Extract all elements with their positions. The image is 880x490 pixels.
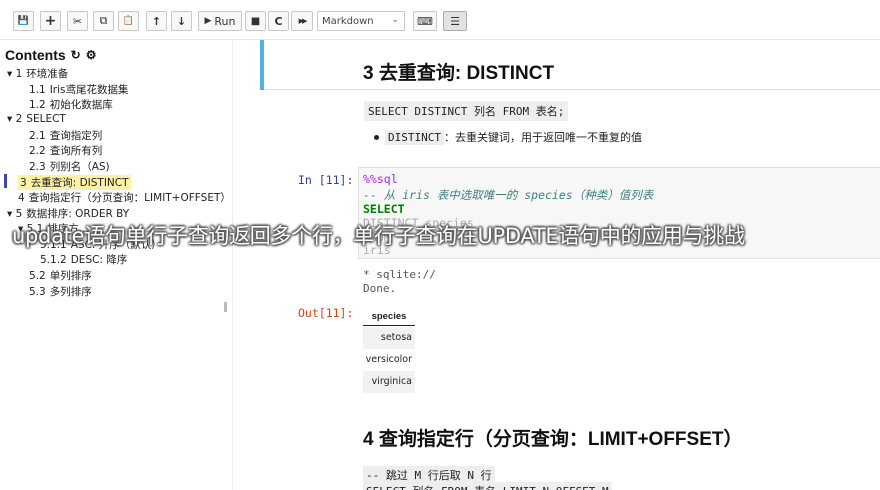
restart-icon: C (274, 14, 283, 28)
syntax-code: SELECT 列名 FROM 表名 LIMIT N OFFSET M (363, 482, 612, 490)
section-4-heading: 4 查询指定行（分页查询：LIMIT+OFFSET） (363, 429, 743, 450)
scissors-icon: ✂ (72, 14, 83, 28)
toc-sidebar: Contents ↻ ⚙ ▾ 1 环境准备 1.1 Iris鸢尾花数据集 1.2 初始… (0, 40, 232, 490)
interrupt-button[interactable]: ■ (245, 11, 266, 31)
syntax-code: SELECT DISTINCT 列名 FROM 表名; (364, 101, 569, 121)
markdown-cell-selected[interactable] (260, 40, 880, 90)
toc-active-marker (4, 174, 7, 188)
cell-selection-bar (260, 40, 264, 90)
bullet-item: DISTINCT ：去重关键词，用于返回唯一不重复的值 (374, 129, 642, 145)
refresh-icon[interactable]: ↻ (71, 48, 81, 62)
bullet-text: ：去重关键词，用于返回唯一不重复的值 (443, 131, 642, 144)
toc-header: Contents ↻ ⚙ (5, 47, 97, 63)
table-row: virginica (363, 371, 415, 393)
play-icon: ▶ (204, 16, 212, 26)
toc-item[interactable]: 1.1 Iris鸢尾花数据集 (29, 82, 129, 97)
plus-icon: + (44, 13, 57, 29)
toc-item[interactable]: 4 查询指定行（分页查询：LIMIT+OFFSET） (18, 190, 231, 205)
bullet-dot (374, 134, 379, 140)
keyboard-icon: ⌨ (417, 14, 433, 28)
table-header: species (363, 307, 415, 326)
sidebar-resize-handle[interactable] (224, 302, 227, 312)
command-palette-button[interactable]: ⌨ (413, 11, 437, 31)
table-row: setosa (363, 327, 415, 349)
toc-item[interactable]: ▾ 1 环境准备 (7, 66, 68, 81)
paste-icon: 📋 (122, 16, 135, 26)
stdout-line: Done. (363, 282, 397, 295)
run-button[interactable]: ▶ Run (198, 11, 242, 31)
notebook-area: 3 去重查询: DISTINCT SELECT DISTINCT 列名 FROM… (232, 40, 880, 490)
stop-icon: ■ (250, 15, 261, 27)
input-prompt: In [11]: (298, 173, 354, 187)
copy-button[interactable]: ⧉ (93, 11, 114, 31)
restart-button[interactable]: C (268, 11, 289, 31)
toc-item[interactable]: ▾ 5 数据排序: ORDER BY (7, 206, 129, 221)
cell-type-select[interactable]: Markdown ⌄ (317, 11, 405, 31)
toc-item[interactable]: ▾ 2 SELECT (7, 113, 66, 125)
table-row: versicolor (365, 354, 412, 365)
cell-type-value: Markdown (322, 15, 374, 27)
stdout-line: * sqlite:// (363, 268, 436, 281)
code-line: -- 从 iris 表中选取唯一的 species（种类）值列表 (363, 188, 654, 202)
cut-button[interactable]: ✂ (67, 11, 88, 31)
code-line: %%sql (363, 172, 398, 186)
fast-forward-icon: ▶▶ (298, 17, 308, 25)
toc-title: Contents (5, 47, 66, 63)
bullet-code: DISTINCT (385, 130, 444, 145)
arrow-down-icon: ↓ (176, 14, 187, 28)
save-icon: 💾 (17, 16, 30, 26)
toc-item-current[interactable]: 3 去重查询: DISTINCT (18, 175, 131, 190)
overlay-caption: update语句单行子查询返回多个行，单行子查询在UPDATE语句中的应用与挑战 (12, 224, 745, 248)
section-3-heading: 3 去重查询: DISTINCT (363, 63, 555, 84)
notebook-toolbar: 💾 + ✂ ⧉ 📋 ↑ ↓ ▶ Run ■ C ▶▶ Markdown ⌄ ⌨ ☰ (0, 0, 880, 40)
arrow-up-icon: ↑ (151, 14, 162, 28)
save-button[interactable]: 💾 (13, 11, 34, 31)
paste-button[interactable]: 📋 (118, 11, 139, 31)
toc-item[interactable]: 2.3 列别名（AS) (29, 159, 110, 174)
toc-item[interactable]: 2.2 查询所有列 (29, 143, 102, 158)
move-down-button[interactable]: ↓ (171, 11, 192, 31)
toc-item[interactable]: 5.3 多列排序 (29, 284, 92, 299)
restart-run-all-button[interactable]: ▶▶ (291, 11, 313, 31)
list-icon: ☰ (450, 14, 460, 28)
output-prompt: Out[11]: (298, 306, 354, 320)
toc-item[interactable]: 5.2 单列排序 (29, 268, 92, 283)
toc-item[interactable]: 5.1.2 DESC: 降序 (40, 252, 127, 267)
insert-cell-button[interactable]: + (40, 11, 61, 31)
code-line: SELECT (363, 202, 405, 216)
move-up-button[interactable]: ↑ (146, 11, 167, 31)
toc-item[interactable]: 1.2 初始化数据库 (29, 97, 113, 112)
toc-item[interactable]: 2.1 查询指定列 (29, 128, 102, 143)
toc-toggle-button[interactable]: ☰ (443, 11, 467, 31)
run-label: Run (214, 14, 236, 28)
copy-icon: ⧉ (99, 14, 108, 27)
gear-icon[interactable]: ⚙ (86, 48, 97, 62)
chevron-down-icon: ⌄ (391, 15, 399, 25)
